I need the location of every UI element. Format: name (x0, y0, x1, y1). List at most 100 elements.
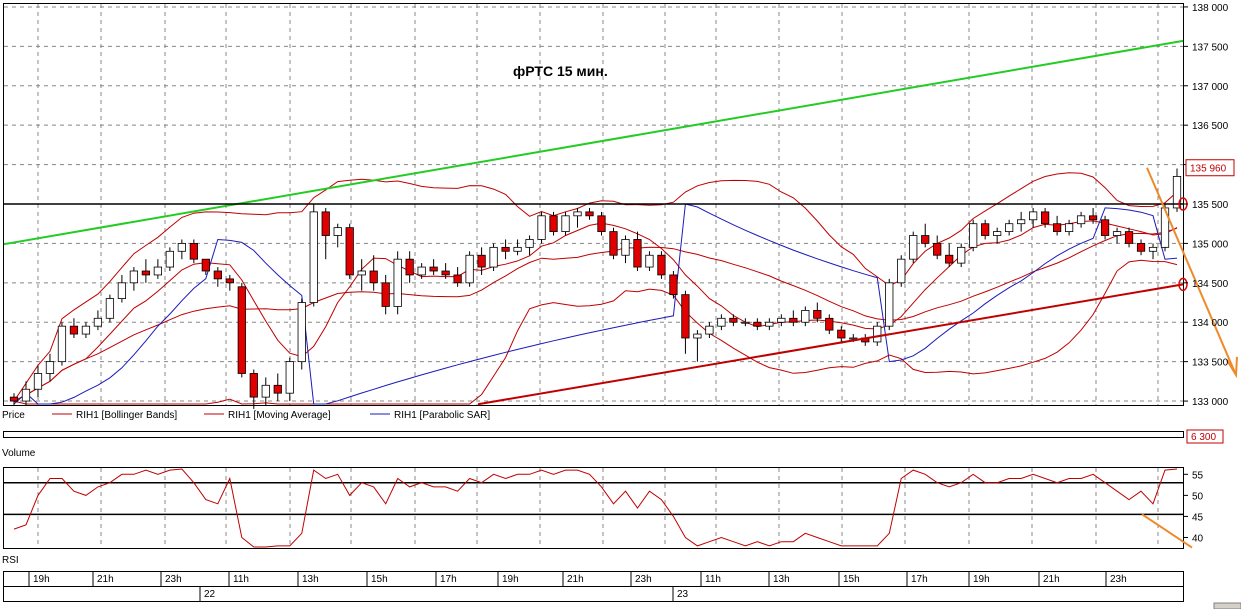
time-tick-label: 13h (773, 574, 790, 585)
scrollbar-thumb[interactable] (1213, 602, 1241, 609)
time-tick-label: 23h (635, 574, 652, 585)
candle (549, 211, 558, 236)
candle-body (1052, 223, 1062, 232)
candle (57, 322, 67, 366)
candle (465, 251, 474, 287)
time-tick-label: 15h (371, 574, 388, 585)
candle-body (441, 270, 450, 276)
candle (885, 278, 894, 331)
candle-body (417, 266, 426, 276)
candle-body (285, 361, 294, 394)
candle-body (1076, 215, 1086, 225)
candle-body (825, 317, 834, 331)
candle-body (669, 274, 678, 296)
volume-panel-frame (3, 431, 1184, 438)
candle-body (729, 317, 738, 323)
date-tick-label: 22 (204, 589, 216, 600)
rsi-panel-label: RSI (2, 555, 19, 566)
candle-body (9, 396, 19, 402)
candle (489, 243, 498, 271)
candle (537, 211, 546, 244)
candle-body (105, 298, 115, 319)
candle-body (741, 321, 750, 324)
candle-body (777, 317, 786, 323)
candle-body (345, 227, 354, 276)
candle-body (1005, 223, 1014, 232)
candle (105, 294, 115, 323)
candle (597, 211, 606, 236)
candle-body (489, 246, 498, 268)
date-tick-label: 23 (677, 589, 689, 600)
candle (657, 251, 666, 279)
price-y-tick-label: 135 000 (1192, 239, 1229, 250)
candle-body (165, 250, 174, 268)
rsi-y-tick-label: 45 (1192, 512, 1204, 523)
candle (873, 322, 882, 346)
candle-body (753, 321, 762, 327)
candle (345, 223, 354, 279)
candle-body (1088, 215, 1098, 221)
candle-body (357, 270, 366, 276)
candle-body (225, 278, 234, 284)
candle-body (1100, 219, 1110, 236)
candle-body (273, 384, 282, 394)
candle-body (633, 239, 642, 268)
candle-body (177, 243, 186, 252)
candle-body (369, 270, 378, 284)
candle-body (117, 282, 127, 299)
candle-body (525, 239, 534, 248)
candle-body (1112, 231, 1122, 236)
candle-body (261, 384, 270, 398)
rsi-y-tick-label: 40 (1192, 533, 1204, 544)
candle-body (801, 310, 810, 323)
time-tick-label: 19h (973, 574, 990, 585)
candle-body (585, 211, 594, 217)
candle-body (909, 235, 918, 260)
candle-body (849, 337, 858, 340)
candle-body (945, 254, 954, 264)
time-tick-label: 19h (502, 574, 519, 585)
candle-body (57, 325, 67, 363)
candle (909, 231, 918, 264)
candle-body (129, 270, 139, 284)
price-y-tick-label: 136 500 (1192, 121, 1229, 132)
candle-body (1041, 211, 1050, 225)
candle-body (645, 254, 654, 268)
candle-body (885, 282, 894, 327)
legend-item: RIH1 [Bollinger Bands] (76, 410, 177, 421)
rsi-y-tick-label: 55 (1192, 470, 1204, 481)
candle-body (549, 215, 558, 232)
price-y-axis: 138 000137 500137 000136 500136 000135 5… (1183, 3, 1235, 408)
candle-body (93, 317, 103, 327)
candle-body (813, 310, 822, 319)
candle-body (957, 246, 966, 264)
candle-body (1064, 223, 1074, 232)
candle-body (201, 258, 210, 272)
candle-body (429, 266, 438, 272)
candle-body (573, 211, 582, 217)
candle-body (1029, 211, 1038, 221)
price-y-tick-label: 133 000 (1192, 397, 1229, 408)
candle-body (453, 274, 462, 284)
candle-body (189, 243, 198, 260)
candle (561, 211, 570, 236)
candle-body (381, 282, 390, 307)
candle-body (153, 266, 162, 276)
price-y-tick-label: 138 000 (1192, 3, 1229, 14)
price-y-tick-label: 137 500 (1192, 42, 1229, 53)
candle-body (477, 254, 486, 268)
candle-body (513, 246, 522, 252)
candle-body (1148, 246, 1158, 252)
volume-panel-label: Volume (2, 448, 36, 459)
price-y-tick-label: 133 500 (1192, 358, 1229, 369)
time-tick-label: 21h (97, 574, 114, 585)
candle-body (897, 258, 906, 284)
candle-body (921, 235, 930, 244)
candle (297, 298, 306, 370)
candle (1100, 215, 1110, 240)
candle (969, 219, 978, 252)
candle-body (693, 333, 702, 339)
time-tick-label: 11h (233, 574, 249, 585)
candle-body (321, 211, 330, 236)
candle-body (765, 321, 774, 327)
